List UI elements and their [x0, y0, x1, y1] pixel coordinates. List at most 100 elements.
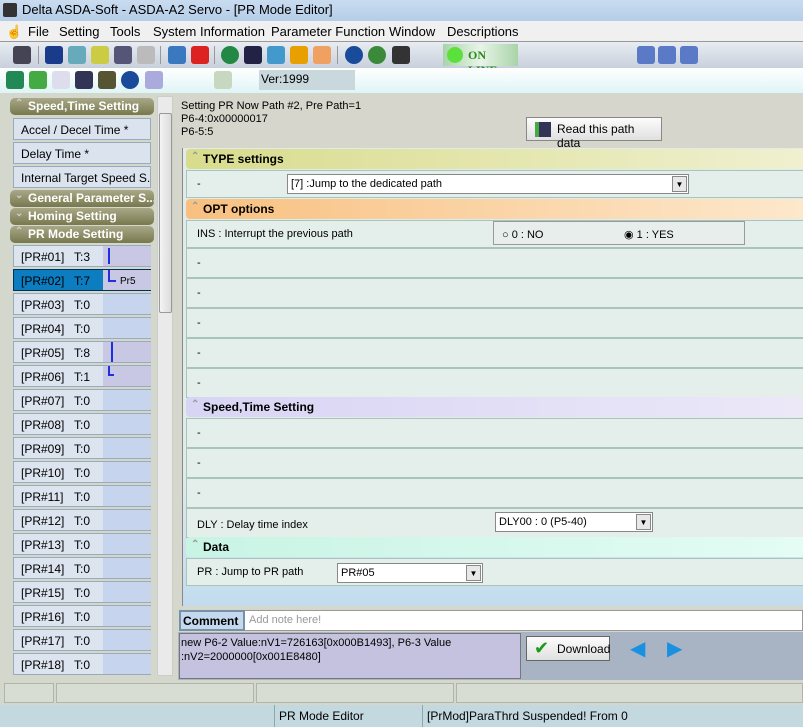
jog-hand-icon[interactable] — [290, 46, 308, 64]
section-speed-time[interactable]: ⌃ Speed,Time Setting — [186, 397, 803, 417]
read-from-drive-icon[interactable] — [75, 71, 93, 89]
app-icon — [3, 3, 17, 17]
pr-path-type: T:0 — [74, 538, 91, 552]
help-icon[interactable] — [121, 71, 139, 89]
radio-no[interactable]: ○ 0 : NO — [502, 222, 544, 248]
pr-path-name: [PR#15] — [21, 586, 65, 600]
section-opt-options[interactable]: ⌃ OPT options — [186, 199, 803, 219]
chevron-up-icon: ⌃ — [15, 98, 24, 109]
menu-file[interactable]: File — [28, 24, 49, 39]
pr-path-item[interactable]: [PR#17] T:0 — [13, 629, 151, 651]
menu-window[interactable]: Window — [389, 24, 435, 39]
pr-path-type: T:0 — [74, 634, 91, 648]
pr-path-item[interactable]: [PR#01] T:3 — [13, 245, 151, 267]
monitor-icon[interactable] — [114, 46, 132, 64]
pr-path-item[interactable]: [PR#09] T:0 — [13, 437, 151, 459]
checkmark-icon: ✔ — [534, 638, 550, 658]
pr-path-item[interactable]: [PR#02] T:7 Pr5 — [13, 269, 151, 291]
pr-path-graph — [103, 630, 151, 650]
type-select[interactable]: [7] :Jump to the dedicated path ▼ — [287, 174, 689, 194]
pr-path-item[interactable]: [PR#03] T:0 — [13, 293, 151, 315]
dome-icon[interactable] — [137, 46, 155, 64]
sidebar-group-speed-time[interactable]: ⌃ Speed,Time Setting — [10, 98, 154, 115]
new-file-icon[interactable] — [52, 71, 70, 89]
dropdown-arrow-icon[interactable]: ▼ — [672, 176, 687, 192]
pr-path-item[interactable]: [PR#11] T:0 — [13, 485, 151, 507]
tile-cascade-icon[interactable] — [637, 46, 655, 64]
pr-path-item[interactable]: [PR#06] T:1 — [13, 365, 151, 387]
sidebar-group-general-parameter[interactable]: ⌄ General Parameter S... — [10, 190, 154, 207]
collapse-icon: ⌃ — [191, 399, 200, 410]
collapse-icon: ⌃ — [191, 201, 200, 212]
sidebar-group-pr-mode[interactable]: ⌃ PR Mode Setting — [10, 226, 154, 243]
next-path-arrow-icon[interactable]: ▶ — [667, 639, 691, 660]
sidebar-item-accel-decel[interactable]: Accel / Decel Time * — [13, 118, 151, 140]
menu-setting[interactable]: Setting — [59, 24, 99, 39]
pr-path-type: T:0 — [74, 394, 91, 408]
rotate-icon[interactable] — [68, 46, 86, 64]
pr-path-graph — [103, 342, 151, 362]
empty-row: - — [186, 368, 803, 398]
tile-horizontal-icon[interactable] — [658, 46, 676, 64]
download-button[interactable]: ✔ Download — [526, 636, 610, 661]
open-folder-icon[interactable] — [29, 71, 47, 89]
pr-path-graph — [103, 294, 151, 314]
help-icon[interactable] — [345, 46, 363, 64]
menu-parameter-function[interactable]: Parameter Function — [271, 24, 385, 39]
dly-select[interactable]: DLY00 : 0 (P5-40) ▼ — [495, 512, 653, 532]
list-icon[interactable] — [168, 46, 186, 64]
status-cell — [56, 683, 254, 703]
save-icon[interactable] — [6, 71, 24, 89]
joystick-icon[interactable] — [91, 46, 109, 64]
pr-path-graph — [103, 582, 151, 602]
radio-yes[interactable]: ◉ 1 : YES — [624, 222, 674, 248]
menu-descriptions[interactable]: Descriptions — [447, 24, 519, 39]
section-type-settings[interactable]: ⌃ TYPE settings — [186, 149, 803, 169]
pr-path-graph — [103, 534, 151, 554]
dropdown-arrow-icon[interactable]: ▼ — [466, 565, 481, 581]
wizard-icon[interactable] — [244, 46, 262, 64]
pr-path-item[interactable]: [PR#16] T:0 — [13, 605, 151, 627]
menu-system-information[interactable]: System Information — [153, 24, 265, 39]
pr-path-item[interactable]: [PR#18] T:0 — [13, 653, 151, 675]
tile-vertical-icon[interactable] — [680, 46, 698, 64]
scope-icon[interactable] — [45, 46, 63, 64]
tuning-icon[interactable] — [267, 46, 285, 64]
pr-path-name: [PR#05] — [21, 346, 65, 360]
hand-icon: ☝ — [6, 24, 23, 39]
sidebar-group-homing[interactable]: ⌄ Homing Setting — [10, 208, 154, 225]
scrollbar-thumb[interactable] — [159, 113, 172, 313]
sidebar-item-internal-target-speed[interactable]: Internal Target Speed S... — [13, 166, 151, 188]
pr-path-type: T:0 — [74, 418, 91, 432]
device-icon[interactable] — [392, 46, 410, 64]
status-cell — [456, 683, 803, 703]
write-to-drive-icon[interactable] — [98, 71, 116, 89]
pr-path-item[interactable]: [PR#07] T:0 — [13, 389, 151, 411]
pr-path-item[interactable]: [PR#08] T:0 — [13, 413, 151, 435]
pr-path-item[interactable]: [PR#13] T:0 — [13, 533, 151, 555]
pw-icon[interactable] — [145, 71, 163, 89]
read-path-data-button[interactable]: Read this path data — [526, 117, 662, 150]
online-indicator: ON LINE — [443, 44, 518, 77]
pr-path-item[interactable]: [PR#05] T:8 — [13, 341, 151, 363]
previous-path-arrow-icon[interactable]: ◀ — [630, 639, 654, 660]
pr-select[interactable]: PR#05 ▼ — [337, 563, 483, 583]
gain-icon[interactable] — [313, 46, 331, 64]
pr-path-item[interactable]: [PR#04] T:0 — [13, 317, 151, 339]
dropdown-arrow-icon[interactable]: ▼ — [636, 514, 651, 530]
pr-path-item[interactable]: [PR#15] T:0 — [13, 581, 151, 603]
section-data[interactable]: ⌃ Data — [186, 537, 803, 557]
pr-path-item[interactable]: [PR#12] T:0 — [13, 509, 151, 531]
alarm-icon[interactable] — [191, 46, 209, 64]
parameter-help-icon[interactable] — [368, 46, 386, 64]
pr-icon[interactable] — [221, 46, 239, 64]
pr-path-item[interactable]: [PR#14] T:0 — [13, 557, 151, 579]
sidebar-item-delay-time[interactable]: Delay Time * — [13, 142, 151, 164]
clear-icon[interactable] — [214, 71, 232, 89]
pr-path-item[interactable]: [PR#10] T:0 — [13, 461, 151, 483]
connect-icon[interactable] — [13, 46, 31, 64]
path-line-icon — [108, 248, 110, 264]
menu-tools[interactable]: Tools — [110, 24, 140, 39]
pr-path-name: [PR#04] — [21, 322, 65, 336]
chevron-down-icon: ⌄ — [15, 190, 24, 201]
